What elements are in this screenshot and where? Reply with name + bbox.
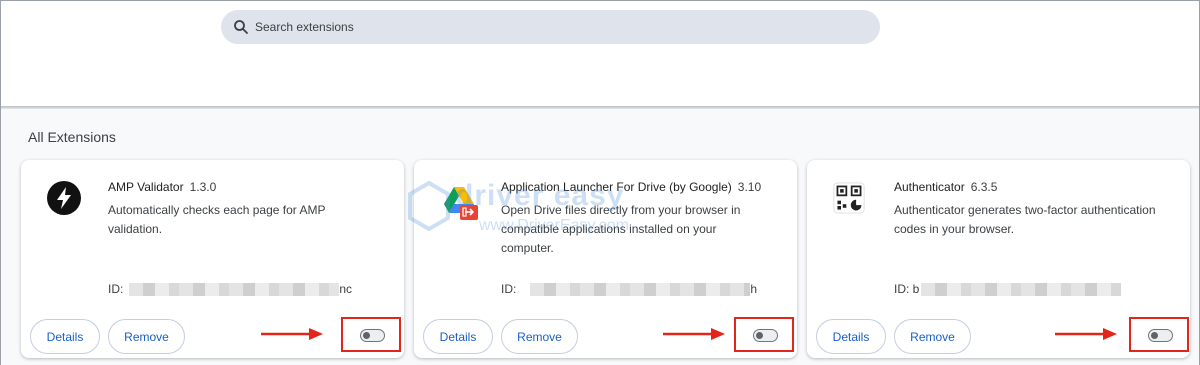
enable-toggle[interactable] (753, 329, 778, 342)
extension-name: Authenticator 6.3.5 (894, 180, 997, 194)
red-arrow-annotation (261, 328, 323, 340)
extension-description: Open Drive files directly from your brow… (501, 203, 741, 255)
extension-name: AMP Validator 1.3.0 (108, 180, 216, 194)
extension-version: 6.3.5 (970, 180, 998, 194)
lightning-icon (47, 181, 81, 215)
remove-button[interactable]: Remove (894, 319, 971, 354)
enable-toggle[interactable] (360, 329, 385, 342)
extension-card-amp-validator: AMP Validator 1.3.0 Automatically checks … (21, 160, 404, 358)
extensions-list: All Extensions AMP Validator 1.3.0 Automa… (1, 109, 1199, 365)
search-icon (234, 20, 248, 34)
highlight-box (1129, 317, 1189, 352)
extension-title: Authenticator (894, 180, 965, 194)
extension-title: Application Launcher For Drive (by Googl… (501, 180, 732, 194)
search-input[interactable] (255, 20, 835, 34)
red-arrow-annotation (1055, 328, 1117, 340)
search-bar[interactable] (221, 10, 880, 44)
extension-title: AMP Validator (108, 180, 184, 194)
extension-version: 1.3.0 (189, 180, 217, 194)
toggle-knob (756, 331, 763, 339)
extension-id-suffix: h (750, 282, 758, 296)
details-button[interactable]: Details (30, 319, 100, 354)
section-title: All Extensions (28, 129, 116, 145)
toggle-knob (1151, 331, 1158, 339)
extension-description: Authenticator generates two-factor authe… (894, 203, 1156, 236)
extension-card-authenticator: Authenticator 6.3.5 Authenticator generat… (807, 160, 1190, 358)
details-button[interactable]: Details (816, 319, 886, 354)
top-toolbar (1, 1, 1199, 107)
extension-id-label: ID: b (894, 282, 920, 296)
highlight-box (734, 317, 794, 352)
extension-name: Application Launcher For Drive (by Googl… (501, 180, 761, 194)
redacted-id (921, 282, 1122, 296)
extension-id-label: ID: (501, 282, 517, 296)
details-button[interactable]: Details (423, 319, 493, 354)
remove-button[interactable]: Remove (108, 319, 185, 354)
extension-description: Automatically checks each page for AMP v… (108, 203, 326, 236)
extension-id-label: ID: (108, 282, 124, 296)
extension-version: 3.10 (737, 180, 762, 194)
qr-code-icon (833, 182, 865, 214)
extensions-page: All Extensions AMP Validator 1.3.0 Automa… (0, 0, 1200, 365)
enable-toggle[interactable] (1148, 329, 1173, 342)
red-arrow-annotation (663, 328, 725, 340)
drive-launcher-icon (444, 187, 478, 220)
toggle-knob (363, 331, 370, 339)
extension-card-drive-launcher: Application Launcher For Drive (by Googl… (414, 160, 797, 358)
extension-id: ID: nc (108, 282, 352, 296)
redacted-id (129, 282, 340, 296)
extension-id-suffix: nc (339, 282, 353, 296)
highlight-box (341, 317, 401, 352)
extension-id: ID: b (894, 282, 1122, 296)
redacted-id (530, 282, 751, 296)
extension-id: ID: h (501, 282, 757, 296)
remove-button[interactable]: Remove (501, 319, 578, 354)
